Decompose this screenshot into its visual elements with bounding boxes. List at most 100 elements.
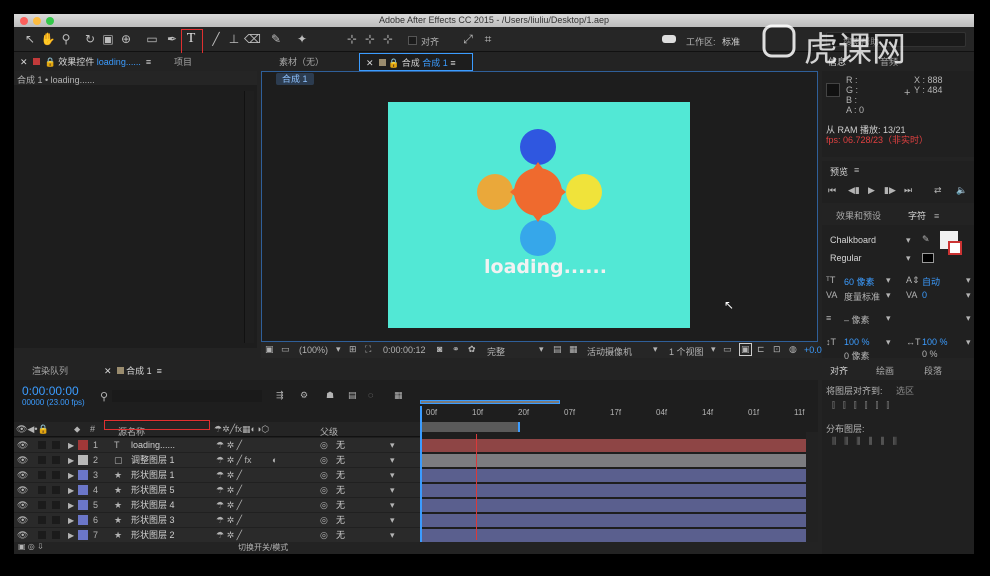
time-ruler[interactable]: 00f 10f 20f 07f 17f 04f 14f 01f 11f [420,400,818,554]
tsume-value[interactable]: 0 % [922,349,938,359]
tracking-value[interactable]: 0 [922,290,927,300]
kerning-chevron-icon[interactable]: ▾ [886,290,891,301]
timeline-timecode[interactable]: 0:00:00:00 [22,384,79,398]
layer-duration-bar[interactable] [420,529,806,542]
current-timecode[interactable]: 0:00:00:12 [383,345,426,355]
expand-arrow-icon[interactable]: ▶ [68,483,74,498]
solo-switch[interactable] [52,456,60,464]
distribute-buttons-icons[interactable]: ⫼⫼⫼⫼⫼⫼ [832,436,905,447]
eraser-tool-icon[interactable]: ⌫ [244,31,261,47]
layer-name[interactable]: 形状图层 5 [131,483,175,498]
expand-arrow-icon[interactable]: ▶ [68,453,74,468]
motion-blur-icon[interactable]: ◌ [368,390,373,400]
eyedropper-icon[interactable]: ✎ [922,234,930,245]
shy-layers-icon[interactable]: ☗ [326,390,334,401]
resolution-chevron-icon[interactable]: ▾ [539,344,544,355]
camera-dropdown[interactable]: 活动摄像机 [587,345,632,358]
label-color-swatch[interactable] [78,455,88,465]
font-family-dropdown[interactable]: Chalkboard [830,235,876,245]
solo-switch[interactable] [52,531,60,539]
layer-mode-switches[interactable]: ◐ [272,453,277,468]
parent-dropdown[interactable]: 无 [336,468,345,483]
pan-behind-tool-icon[interactable]: ⊕ [118,31,134,47]
expand-arrow-icon[interactable]: ▶ [68,438,74,453]
visibility-eye-icon[interactable]: 👁 [17,438,28,453]
stroke-width-value[interactable]: – 像素 [844,313,870,326]
layer-switches[interactable]: ☂ ✲ ╱ [216,498,242,513]
leading-value[interactable]: 自动 [922,275,940,288]
parent-dropdown[interactable]: 无 [336,483,345,498]
stroke-width-chevron-icon[interactable]: ▾ [886,313,891,324]
solo-switch[interactable] [52,501,60,509]
snap-grid-icon[interactable]: ⌗ [480,31,496,47]
fast-preview-icon[interactable]: ▤ [553,344,562,355]
minimize-window-button[interactable] [33,17,41,25]
effects-presets-tab[interactable]: 效果和预设 [836,207,881,225]
vertical-scale-value[interactable]: 100 % [844,337,870,347]
stroke-style-chevron-icon[interactable]: ▾ [966,313,971,324]
layer-duration-bar[interactable] [420,439,806,452]
label-color-swatch[interactable] [78,440,88,450]
audio-switch[interactable] [38,486,46,494]
timeline-search-input[interactable] [112,390,262,402]
label-color-swatch[interactable] [78,530,88,540]
visibility-eye-icon[interactable]: 👁 [17,468,28,483]
paragraph-tab[interactable]: 段落 [924,362,942,380]
grid-icon[interactable]: ▦ [569,344,578,355]
prev-frame-icon[interactable]: ◀▮ [848,185,860,196]
character-tab[interactable]: 字符 [908,207,926,225]
parent-header[interactable]: 父级 [320,425,338,438]
footage-tab[interactable]: 素材（无） [279,53,324,71]
layer-name[interactable]: 调整图层 1 [131,453,175,468]
parent-pick-whip-icon[interactable]: ◎ [320,468,328,483]
layer-row[interactable]: 👁 ▶ 3 ★ 形状图层 1 ☂ ✲ ╱ ◎ 无 ▾ [14,468,420,483]
baseline-shift-value[interactable]: 0 像素 [844,349,870,362]
audio-switch[interactable] [38,441,46,449]
audio-switch[interactable] [38,531,46,539]
timeline-jump-icon[interactable]: ⊡ [773,344,781,355]
audio-switch[interactable] [38,456,46,464]
leading-chevron-icon[interactable]: ▾ [966,275,971,286]
first-frame-icon[interactable]: ⏮ [828,185,836,196]
puppet-pin-tool-icon[interactable]: ✦ [294,31,310,47]
toggle-pixel-icon[interactable]: ▭ [723,344,732,355]
parent-dropdown[interactable]: 无 [336,528,345,543]
render-queue-tab[interactable]: 渲染队列 [32,362,68,380]
layer-switches[interactable]: ☂ ✲ ╱ [216,438,242,453]
hand-tool-icon[interactable]: ✋ [40,31,56,47]
expand-arrow-icon[interactable]: ▶ [68,513,74,528]
parent-chevron-icon[interactable]: ▾ [390,513,395,528]
parent-chevron-icon[interactable]: ▾ [390,498,395,513]
parent-pick-whip-icon[interactable]: ◎ [320,498,328,513]
transparency-grid-icon[interactable]: ⛶ [365,344,371,355]
always-preview-icon[interactable]: ▣ [265,344,274,355]
zoom-tool-icon[interactable]: ⚲ [58,31,74,47]
visibility-eye-icon[interactable]: 👁 [17,528,28,543]
layer-row[interactable]: 👁 ▶ 1 Tloading...... ☂ ✲ ╱ ◎ 无 ▾ [14,438,420,453]
comp-chip[interactable]: 合成 1 [276,73,314,85]
audio-switch[interactable] [38,516,46,524]
pen-tool-icon[interactable]: ✒ [164,31,180,47]
solo-switch[interactable] [52,441,60,449]
parent-pick-whip-icon[interactable]: ◎ [320,528,328,543]
last-frame-icon[interactable]: ⏭ [904,185,912,196]
comp-mini-flowchart-icon[interactable]: ⇶ [276,390,284,401]
label-color-swatch[interactable] [78,515,88,525]
visibility-eye-icon[interactable]: 👁 [17,513,28,528]
character-menu-icon[interactable]: ≡ [934,207,939,225]
tracking-chevron-icon[interactable]: ▾ [966,290,971,301]
layer-switches[interactable]: ☂ ✲ ╱ [216,513,242,528]
font-style-chevron-icon[interactable]: ▾ [906,253,911,264]
parent-pick-whip-icon[interactable]: ◎ [320,513,328,528]
horizontal-scale-value[interactable]: 100 % [922,337,948,347]
axis-view-icon[interactable]: ⊹ [380,31,396,47]
axis-world-icon[interactable]: ⊹ [362,31,378,47]
rotate-tool-icon[interactable]: ↻ [82,31,98,47]
parent-chevron-icon[interactable]: ▾ [390,483,395,498]
effects-scrollbar[interactable] [244,91,254,343]
parent-pick-whip-icon[interactable]: ◎ [320,453,328,468]
layer-row[interactable]: 👁 ▶ 6 ★ 形状图层 3 ☂ ✲ ╱ ◎ 无 ▾ [14,513,420,528]
play-icon[interactable]: ▶ [868,185,875,196]
layer-duration-bar[interactable] [420,499,806,512]
solo-switch[interactable] [52,486,60,494]
